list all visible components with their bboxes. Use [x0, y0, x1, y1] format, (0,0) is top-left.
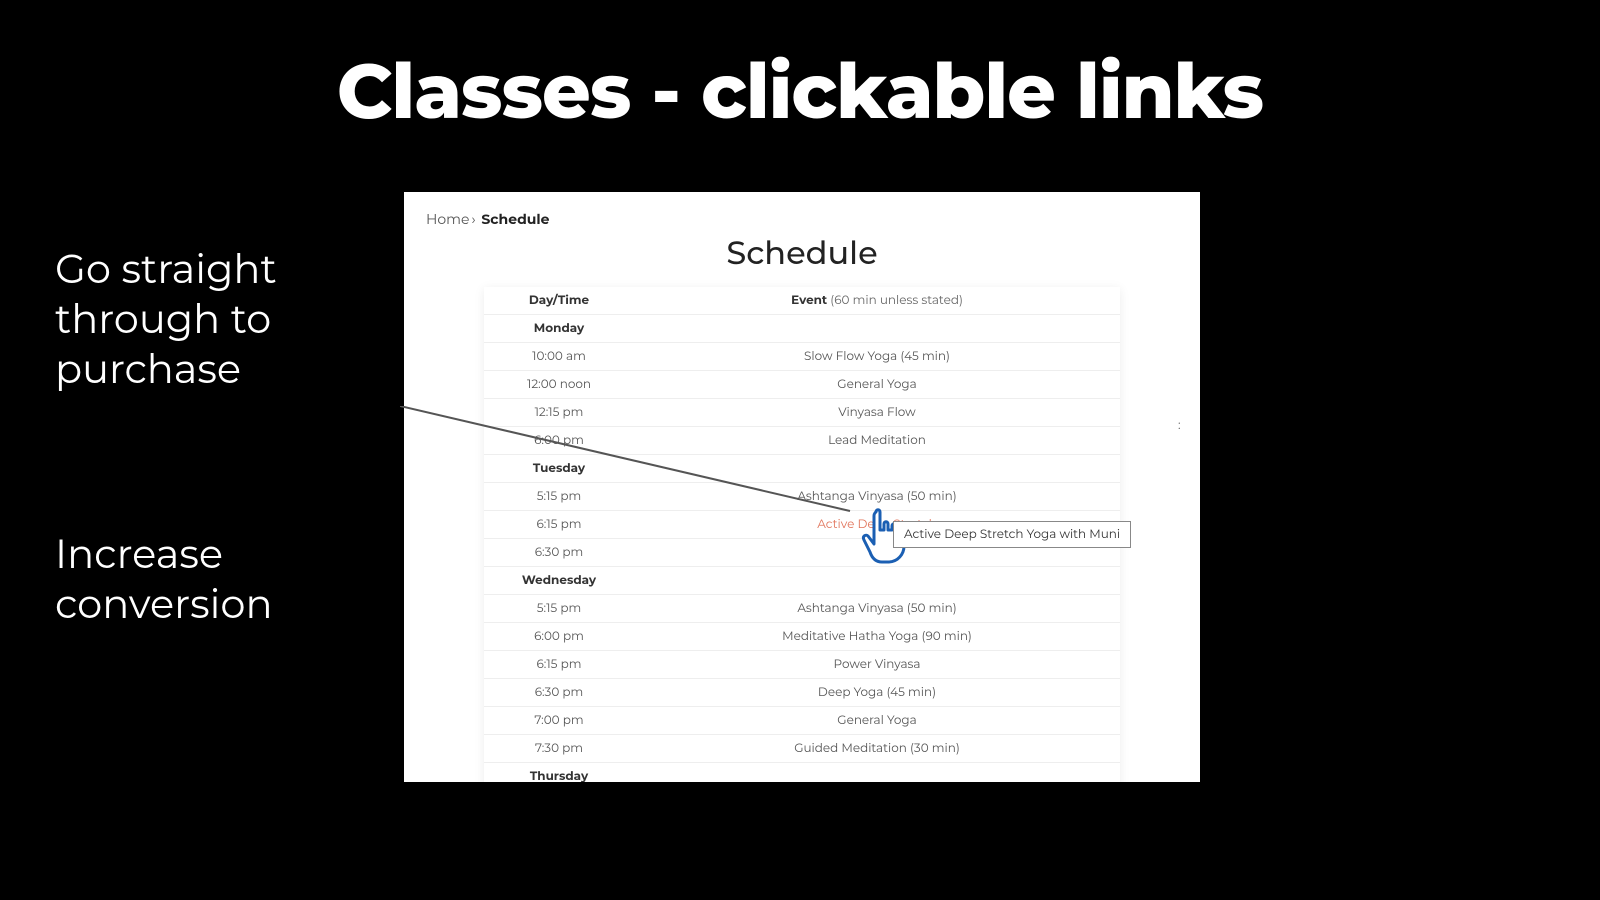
- class-time: 12:15 pm: [484, 399, 634, 426]
- class-time: 7:30 pm: [484, 735, 634, 762]
- class-time: 6:00 pm: [484, 427, 634, 454]
- class-event: [634, 575, 1120, 587]
- schedule-table: Day/Time Event (60 min unless stated) Mo…: [484, 287, 1120, 782]
- slide-copy-1: Go straight through to purchase: [55, 245, 277, 395]
- day-label: Wednesday: [484, 567, 634, 594]
- breadcrumb-separator: ›: [471, 210, 475, 228]
- day-heading-row: Wednesday: [484, 567, 1120, 595]
- stray-text: :: [1178, 418, 1181, 433]
- class-time: 6:00 pm: [484, 623, 634, 650]
- schedule-panel: Home› Schedule Schedule Day/Time Event (…: [404, 192, 1200, 782]
- day-label: Thursday: [484, 763, 634, 782]
- class-time: 10:00 am: [484, 343, 634, 370]
- slide-headline: Classes - clickable links: [0, 45, 1600, 138]
- schedule-row: 12:00 noonGeneral Yoga: [484, 371, 1120, 399]
- schedule-row: 6:30 pmDeep Yoga (45 min): [484, 679, 1120, 707]
- class-event[interactable]: Slow Flow Yoga (45 min): [634, 343, 1120, 370]
- class-time: 6:15 pm: [484, 651, 634, 678]
- class-event[interactable]: Deep Yoga (45 min): [634, 679, 1120, 706]
- table-header-row: Day/Time Event (60 min unless stated): [484, 287, 1120, 315]
- schedule-row: 12:15 pmVinyasa Flow: [484, 399, 1120, 427]
- class-time: 5:15 pm: [484, 595, 634, 622]
- header-event: Event (60 min unless stated): [634, 287, 1120, 314]
- schedule-row: 6:00 pmMeditative Hatha Yoga (90 min): [484, 623, 1120, 651]
- copy-line: Increase: [55, 530, 272, 580]
- class-event: [634, 547, 1120, 559]
- header-event-label: Event: [791, 293, 827, 308]
- day-heading-row: Tuesday: [484, 455, 1120, 483]
- class-event[interactable]: General Yoga: [634, 371, 1120, 398]
- class-time: 12:00 noon: [484, 371, 634, 398]
- copy-line: through to: [55, 295, 277, 345]
- class-event[interactable]: General Yoga: [634, 707, 1120, 734]
- copy-line: conversion: [55, 580, 272, 630]
- class-time: 7:00 pm: [484, 707, 634, 734]
- slide-copy-2: Increase conversion: [55, 530, 272, 630]
- schedule-row: 6:00 pmLead Meditation: [484, 427, 1120, 455]
- class-event[interactable]: Ashtanga Vinyasa (50 min): [634, 483, 1120, 510]
- schedule-row: 5:15 pmAshtanga Vinyasa (50 min): [484, 483, 1120, 511]
- class-event: [634, 771, 1120, 783]
- page-title: Schedule: [404, 234, 1200, 273]
- class-time: 6:30 pm: [484, 679, 634, 706]
- header-daytime: Day/Time: [484, 287, 634, 314]
- copy-line: purchase: [55, 345, 277, 395]
- day-heading-row: Thursday: [484, 763, 1120, 782]
- class-event[interactable]: Guided Meditation (30 min): [634, 735, 1120, 762]
- class-time: 5:15 pm: [484, 483, 634, 510]
- breadcrumb-home-link[interactable]: Home: [426, 210, 469, 228]
- class-event[interactable]: Lead Meditation: [634, 427, 1120, 454]
- class-event[interactable]: Vinyasa Flow: [634, 399, 1120, 426]
- breadcrumb-current: Schedule: [481, 210, 549, 228]
- class-event[interactable]: Power Vinyasa: [634, 651, 1120, 678]
- class-event: [634, 323, 1120, 335]
- class-event[interactable]: Meditative Hatha Yoga (90 min): [634, 623, 1120, 650]
- schedule-row: 5:15 pmAshtanga Vinyasa (50 min): [484, 595, 1120, 623]
- schedule-row: 6:15 pmPower Vinyasa: [484, 651, 1120, 679]
- schedule-row: 7:30 pmGuided Meditation (30 min): [484, 735, 1120, 763]
- header-event-note: (60 min unless stated): [827, 293, 963, 308]
- day-label: Monday: [484, 315, 634, 342]
- class-time: 6:30 pm: [484, 539, 634, 566]
- day-label: Tuesday: [484, 455, 634, 482]
- schedule-row: 7:00 pmGeneral Yoga: [484, 707, 1120, 735]
- class-event: [634, 463, 1120, 475]
- breadcrumb: Home› Schedule: [404, 192, 1200, 232]
- day-heading-row: Monday: [484, 315, 1120, 343]
- copy-line: Go straight: [55, 245, 277, 295]
- schedule-row: 10:00 amSlow Flow Yoga (45 min): [484, 343, 1120, 371]
- class-link[interactable]: Active Deep Stretch: [634, 511, 1120, 538]
- class-time: 6:15 pm: [484, 511, 634, 538]
- schedule-row: 6:15 pmActive Deep Stretch: [484, 511, 1120, 539]
- schedule-row: 6:30 pm: [484, 539, 1120, 567]
- class-event[interactable]: Ashtanga Vinyasa (50 min): [634, 595, 1120, 622]
